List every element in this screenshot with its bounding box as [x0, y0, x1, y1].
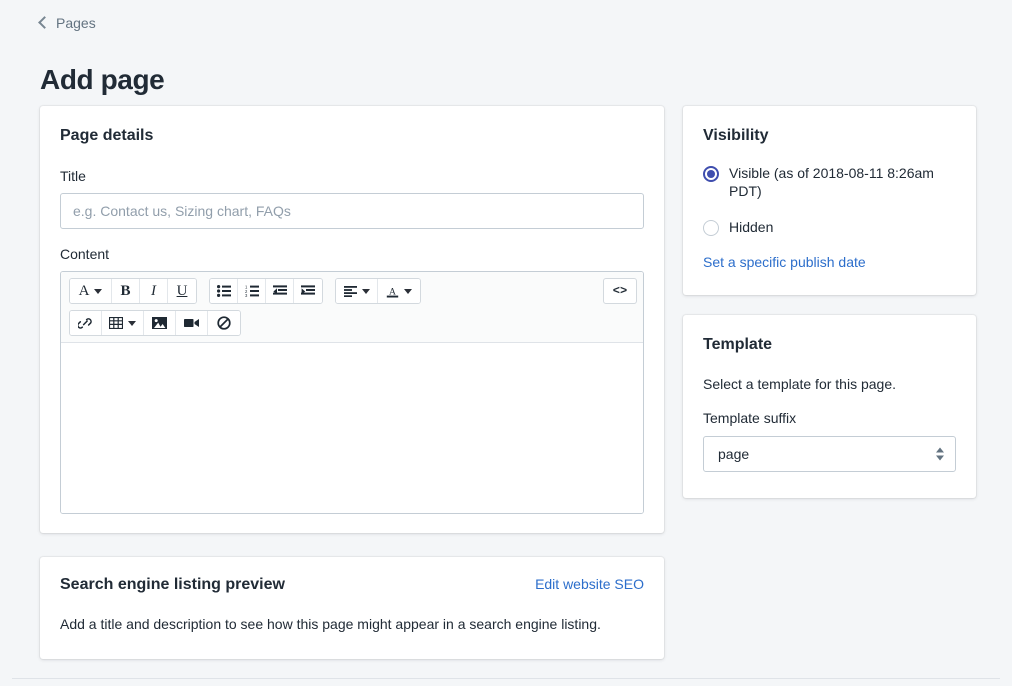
editor-toolbar: A B I U: [61, 272, 643, 343]
clear-formatting-button[interactable]: [208, 311, 240, 335]
numbered-list-button[interactable]: 1 2 3: [238, 279, 266, 303]
text-color-icon: A: [386, 285, 399, 298]
numbered-list-icon: 1 2 3: [245, 285, 259, 297]
code-view-button[interactable]: <>: [603, 278, 637, 304]
indent-button[interactable]: [294, 279, 322, 303]
title-field-label: Title: [60, 168, 86, 184]
select-arrows-icon: [936, 448, 944, 461]
seo-empty-message: Add a title and description to see how t…: [60, 615, 644, 633]
content-editor[interactable]: A B I U: [60, 271, 644, 514]
insert-table-button[interactable]: [102, 311, 144, 335]
seo-preview-card: Search engine listing preview Edit websi…: [40, 557, 664, 659]
breadcrumb-label: Pages: [56, 15, 96, 31]
chevron-down-icon: [404, 289, 412, 294]
no-symbol-icon: [217, 316, 231, 330]
set-publish-date-link[interactable]: Set a specific publish date: [703, 254, 956, 270]
template-suffix-label: Template suffix: [703, 410, 796, 426]
indent-icon: [301, 285, 315, 297]
insert-group: [69, 310, 241, 336]
chevron-left-icon: [38, 16, 51, 29]
breadcrumb[interactable]: Pages: [40, 15, 96, 31]
page-details-title: Page details: [60, 126, 644, 146]
page-details-card: Page details Title Content A: [40, 106, 664, 533]
bold-icon: B: [120, 284, 130, 299]
bullet-list-icon: [217, 285, 231, 297]
template-helper-text: Select a template for this page.: [703, 375, 956, 393]
outdent-icon: [273, 285, 287, 297]
visibility-option-hidden-label: Hidden: [729, 218, 773, 236]
visibility-option-visible-label: Visible (as of 2018-08-11 8:26am PDT): [729, 164, 956, 200]
seo-header: Search engine listing preview Edit websi…: [60, 575, 644, 595]
title-input[interactable]: [60, 193, 644, 229]
editor-toolbar-row-1: A B I U: [69, 278, 637, 304]
editor-toolbar-row-2: [69, 310, 637, 336]
list-indent-group: 1 2 3: [209, 278, 323, 304]
template-suffix-select[interactable]: page: [703, 436, 956, 472]
align-color-group: A: [335, 278, 421, 304]
font-style-icon: A: [79, 284, 90, 299]
underline-button[interactable]: U: [168, 279, 196, 303]
video-icon: [184, 318, 199, 328]
seo-card-title: Search engine listing preview: [60, 575, 285, 595]
text-format-group: A B I U: [69, 278, 197, 304]
visibility-card-title: Visibility: [703, 126, 956, 146]
insert-image-button[interactable]: [144, 311, 176, 335]
italic-icon: I: [151, 284, 156, 299]
radio-visible[interactable]: [703, 166, 719, 182]
template-card: Template Select a template for this page…: [683, 315, 976, 498]
underline-icon: U: [177, 284, 188, 299]
bulleted-list-button[interactable]: [210, 279, 238, 303]
add-page-screen: Pages Add page Page details Title Conten…: [0, 0, 1012, 686]
content-field-label: Content: [60, 246, 109, 262]
text-color-button[interactable]: A: [378, 279, 420, 303]
content-editing-area[interactable]: [61, 343, 643, 513]
footer-divider: [12, 678, 1000, 679]
bold-button[interactable]: B: [112, 279, 140, 303]
chevron-down-icon: [94, 289, 102, 294]
insert-video-button[interactable]: [176, 311, 208, 335]
template-suffix-select-wrap[interactable]: page: [703, 436, 956, 472]
paragraph-style-button[interactable]: A: [70, 279, 112, 303]
link-icon: [78, 317, 93, 330]
visibility-option-visible[interactable]: Visible (as of 2018-08-11 8:26am PDT): [703, 164, 956, 200]
insert-link-button[interactable]: [70, 311, 102, 335]
visibility-option-hidden[interactable]: Hidden: [703, 218, 956, 236]
align-left-icon: [344, 286, 357, 297]
chevron-down-icon: [362, 289, 370, 294]
visibility-card: Visibility Visible (as of 2018-08-11 8:2…: [683, 106, 976, 295]
svg-text:3: 3: [245, 293, 248, 297]
edit-website-seo-link[interactable]: Edit website SEO: [535, 576, 644, 592]
outdent-button[interactable]: [266, 279, 294, 303]
template-card-title: Template: [703, 335, 956, 355]
page-title: Add page: [40, 63, 164, 97]
table-icon: [109, 317, 123, 329]
italic-button[interactable]: I: [140, 279, 168, 303]
image-icon: [152, 317, 167, 329]
align-button[interactable]: [336, 279, 378, 303]
chevron-down-icon: [128, 321, 136, 326]
radio-hidden[interactable]: [703, 220, 719, 236]
